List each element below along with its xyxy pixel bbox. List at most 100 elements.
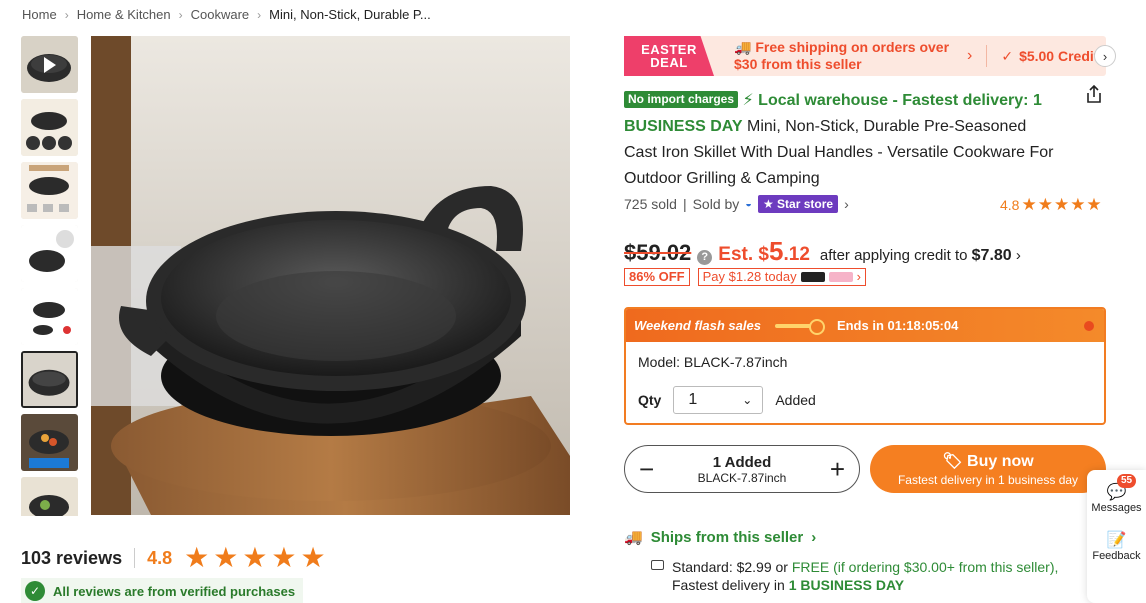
- buy-now-subtext: Fastest delivery in 1 business day: [897, 473, 1079, 487]
- thumbnail-image[interactable]: [21, 414, 78, 471]
- truck-icon: 🚚: [624, 529, 643, 546]
- feedback-button[interactable]: 📝 Feedback: [1087, 530, 1146, 562]
- product-rating-value: 4.8: [1000, 197, 1020, 213]
- est-whole: 5: [769, 236, 784, 266]
- star-icons: ★★★★★: [1021, 195, 1103, 214]
- play-icon: [43, 56, 56, 73]
- flash-sale-body: Model: BLACK-7.87inch Qty 1 ⌄ Added: [626, 342, 1104, 414]
- star-rating-icons: ★★★★★: [184, 542, 330, 573]
- thumbnail-image-selected[interactable]: [21, 351, 78, 408]
- divider: |: [682, 196, 687, 212]
- feedback-icon: 📝: [1106, 532, 1127, 549]
- after-text: after applying credit to: [819, 247, 968, 264]
- price-row: $59.02 ? Est. $5.12 after applying credi…: [624, 236, 1021, 267]
- qty-value: 1: [688, 391, 698, 408]
- chevron-down-icon: ⌄: [742, 393, 753, 407]
- model-row: Model: BLACK-7.87inch: [638, 354, 1092, 370]
- reviews-rating: 4.8: [147, 547, 173, 568]
- klarna-logo-icon: [828, 272, 853, 282]
- question-mark-icon[interactable]: ?: [697, 249, 713, 265]
- divider: [986, 45, 988, 67]
- free-shipping-label: Free shipping on orders over $30 from th…: [734, 39, 950, 72]
- standard-shipping-info: Standard: $2.99 or FREE (if ordering $30…: [651, 558, 1081, 594]
- no-import-charges-badge: No import charges: [624, 91, 739, 108]
- after-value: $7.80: [971, 247, 1012, 264]
- pay-today-badge[interactable]: Pay $1.28 today ›: [697, 268, 866, 286]
- flash-sale-header: Weekend flash sales Ends in 01:18:05:04: [626, 309, 1104, 342]
- fastest-value: 1 BUSINESS DAY: [788, 577, 905, 593]
- easter-tag-line2: DEAL: [650, 55, 688, 70]
- breadcrumb-cookware[interactable]: Cookware: [191, 7, 250, 22]
- buy-now-button[interactable]: 🏷 Buy now Fastest delivery in 1 business…: [870, 445, 1106, 493]
- product-title-block: No import charges ⚡ Local warehouse - Fa…: [624, 88, 1054, 192]
- share-icon[interactable]: [1084, 84, 1104, 104]
- fastest-label: Fastest delivery in: [672, 577, 785, 593]
- cart-added-count: 1 Added: [712, 453, 772, 471]
- quantity-row: Qty 1 ⌄ Added: [638, 386, 1092, 414]
- ends-label: Ends in: [836, 318, 884, 333]
- cart-status[interactable]: 1 Added BLACK-7.87inch: [698, 454, 787, 485]
- main-product-image[interactable]: [91, 36, 570, 515]
- skillet-illustration: [91, 36, 570, 515]
- shield-check-icon: ✓: [25, 581, 45, 601]
- cart-stepper: − 1 Added BLACK-7.87inch +: [624, 445, 860, 493]
- breadcrumb-separator: ›: [178, 7, 183, 22]
- floating-side-panel: 💬 55 Messages 📝 Feedback: [1087, 470, 1146, 603]
- thumbnail-image[interactable]: [21, 477, 78, 516]
- increase-button[interactable]: +: [830, 456, 845, 482]
- easter-deal-tag: EASTER DEAL: [624, 36, 714, 76]
- flash-ends-in: Ends in 01:18:05:04: [837, 318, 958, 333]
- model-value[interactable]: BLACK-7.87inch: [684, 354, 788, 370]
- divider: [134, 548, 136, 568]
- breadcrumb-current: Mini, Non-Stick, Durable P...: [269, 7, 431, 22]
- afterpay-logo-icon: [800, 272, 825, 282]
- thumbnail-list: [21, 36, 78, 516]
- buy-now-text: Buy now: [967, 453, 1034, 470]
- free-shipping-text: 🚚 Free shipping on orders over $30 from …: [734, 39, 950, 72]
- thumbnail-video[interactable]: [21, 36, 78, 93]
- thumbnail-image[interactable]: [21, 225, 78, 282]
- chat-icon: 💬: [1106, 484, 1127, 501]
- flash-sale-title: Weekend flash sales: [634, 318, 761, 333]
- lightning-icon: ⚡: [742, 92, 754, 109]
- added-label: Added: [775, 392, 816, 408]
- free-shipping-condition: FREE (if ordering $30.00+ from this sell…: [791, 559, 1059, 575]
- sold-count: 725 sold: [624, 196, 677, 212]
- thumbnail-image[interactable]: [21, 162, 78, 219]
- credit-applied-text[interactable]: after applying credit to $7.80 ›: [820, 247, 1021, 265]
- credit-label: ✓ $5.00 Credit: [1001, 48, 1098, 65]
- quantity-select[interactable]: 1 ⌄: [673, 386, 764, 414]
- breadcrumb-home[interactable]: Home: [22, 7, 57, 22]
- flash-progress-icon: [774, 318, 825, 335]
- seller-logo-icon[interactable]: ◒: [745, 198, 752, 210]
- est-prefix: Est. $: [718, 244, 769, 265]
- thumbnail-image[interactable]: [21, 288, 78, 345]
- decrease-button[interactable]: −: [639, 456, 654, 482]
- buy-now-label: 🏷 Buy now: [870, 451, 1106, 471]
- credit-amount: $5.00 Credit: [1019, 48, 1099, 64]
- thumbnail-image[interactable]: [21, 99, 78, 156]
- breadcrumb-home-kitchen[interactable]: Home & Kitchen: [77, 7, 171, 22]
- check-icon: ✓: [1001, 47, 1014, 64]
- price-badges: 86% OFF Pay $1.28 today ›: [624, 268, 866, 286]
- chevron-right-icon[interactable]: ›: [967, 47, 972, 65]
- tag-icon: 🏷: [942, 453, 963, 470]
- countdown-timer: 01:18:05:04: [887, 318, 959, 333]
- seller-info-row: 725 sold | Sold by ◒ ★ Star store ›: [624, 195, 849, 213]
- next-promo-button[interactable]: ›: [1094, 45, 1116, 67]
- chevron-right-icon[interactable]: ›: [844, 196, 849, 212]
- ships-from-seller[interactable]: 🚚 Ships from this seller ›: [624, 528, 817, 547]
- reviews-count[interactable]: 103 reviews: [21, 548, 122, 569]
- messages-count-badge: 55: [1117, 474, 1137, 488]
- chevron-right-icon: ›: [811, 528, 817, 546]
- original-price: $59.02: [624, 240, 692, 265]
- chevron-right-icon: ›: [856, 269, 861, 284]
- qty-label: Qty: [638, 392, 662, 408]
- messages-button[interactable]: 💬 55 Messages: [1087, 474, 1146, 514]
- model-label: Model:: [638, 354, 681, 370]
- product-rating[interactable]: 4.8 ★★★★★: [1000, 195, 1103, 215]
- calendar-icon: [651, 560, 664, 570]
- star-store-badge[interactable]: ★ Star store: [757, 195, 839, 213]
- flash-sale-box: Weekend flash sales Ends in 01:18:05:04 …: [624, 307, 1106, 425]
- promo-banner[interactable]: EASTER DEAL 🚚 Free shipping on orders ov…: [624, 36, 1116, 76]
